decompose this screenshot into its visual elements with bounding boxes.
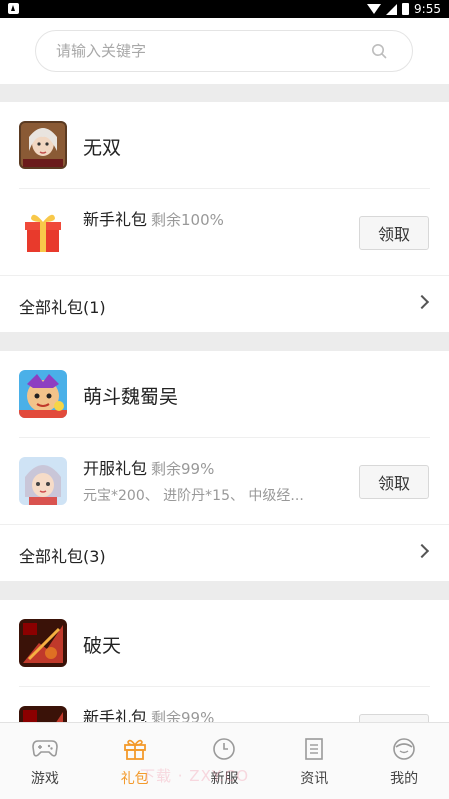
gift-box-icon bbox=[19, 208, 67, 256]
tab-gifts[interactable]: 礼包 bbox=[90, 723, 180, 799]
search-box[interactable] bbox=[35, 30, 413, 72]
tab-label: 资讯 bbox=[300, 771, 329, 787]
clock-text: 9:55 bbox=[414, 2, 441, 16]
game-icon-potian-small bbox=[19, 706, 67, 722]
gift-title: 新手礼包 bbox=[83, 708, 148, 722]
clock-icon bbox=[213, 738, 236, 760]
gift-remaining: 剩余99% bbox=[151, 460, 215, 478]
claim-button[interactable]: 领取 bbox=[359, 714, 429, 722]
game-header[interactable]: 无双 bbox=[0, 102, 449, 188]
tab-label: 礼包 bbox=[120, 771, 149, 787]
chevron-right-icon bbox=[414, 294, 430, 310]
game-icon-potian bbox=[19, 619, 67, 667]
tab-new-servers[interactable]: 新服 bbox=[180, 723, 270, 799]
bottom-tab-bar: 游戏 礼包 新服 资讯 我的 bbox=[0, 722, 449, 799]
news-icon bbox=[305, 738, 324, 760]
gift-title-line: 新手礼包 剩余100% bbox=[83, 206, 224, 230]
all-gifts-link[interactable]: 全部礼包(1) bbox=[0, 276, 449, 332]
notification-icon bbox=[8, 3, 19, 14]
gift-row[interactable]: 开服礼包 剩余99% 元宝*200、 进阶丹*15、 中级经... 领取 bbox=[0, 438, 449, 524]
game-character-icon bbox=[19, 457, 67, 505]
battery-icon bbox=[402, 3, 410, 15]
status-bar: 9:55 bbox=[0, 0, 449, 18]
game-name: 无双 bbox=[83, 137, 122, 159]
game-header[interactable]: 破天 bbox=[0, 600, 449, 686]
gift-title: 开服礼包 bbox=[83, 459, 148, 478]
tab-games[interactable]: 游戏 bbox=[0, 723, 90, 799]
search-input[interactable] bbox=[56, 39, 356, 63]
gamepad-icon bbox=[32, 740, 58, 757]
claim-button[interactable]: 领取 bbox=[359, 216, 429, 250]
gift-row[interactable]: 新手礼包 剩余100% 领取 bbox=[0, 189, 449, 275]
game-name: 破天 bbox=[83, 635, 122, 657]
gift-remaining: 剩余100% bbox=[151, 211, 224, 229]
tab-label: 游戏 bbox=[30, 771, 59, 787]
gift-icon bbox=[123, 739, 146, 760]
tab-profile[interactable]: 我的 bbox=[359, 723, 449, 799]
wifi-icon bbox=[367, 4, 382, 14]
claim-button[interactable]: 领取 bbox=[359, 465, 429, 499]
gift-row[interactable]: 新手礼包剩余99% 领取 bbox=[0, 687, 449, 722]
search-icon[interactable] bbox=[371, 43, 387, 59]
gift-remaining: 剩余99% bbox=[151, 709, 215, 722]
all-gifts-label: 全部礼包(3) bbox=[19, 547, 106, 566]
game-name: 萌斗魏蜀吴 bbox=[83, 386, 179, 408]
tab-news[interactable]: 资讯 bbox=[269, 723, 359, 799]
profile-icon bbox=[393, 738, 415, 760]
gift-card: 无双 新手礼包 剩余100% 领取 全部礼包(1) bbox=[0, 102, 449, 332]
all-gifts-label: 全部礼包(1) bbox=[19, 298, 106, 317]
gift-card: 破天 新手礼包剩余99% 领取 bbox=[0, 600, 449, 722]
search-header bbox=[0, 18, 449, 84]
gift-card: 萌斗魏蜀吴 开服礼包 剩余99% 元宝*200、 进阶丹*15、 中级经... 领… bbox=[0, 351, 449, 581]
gift-description: 元宝*200、 进阶丹*15、 中级经... bbox=[83, 488, 304, 504]
game-header[interactable]: 萌斗魏蜀吴 bbox=[0, 351, 449, 437]
chevron-right-icon bbox=[414, 543, 430, 559]
all-gifts-link[interactable]: 全部礼包(3) bbox=[0, 525, 449, 581]
game-icon-wushuang bbox=[19, 121, 67, 169]
gift-title-line: 新手礼包 剩余99% bbox=[83, 704, 214, 722]
tab-label: 新服 bbox=[210, 771, 239, 787]
tab-label: 我的 bbox=[390, 771, 419, 787]
signal-icon bbox=[386, 3, 398, 15]
gift-title-line: 开服礼包 剩余99% bbox=[83, 455, 214, 479]
gift-title: 新手礼包 bbox=[83, 210, 148, 229]
game-icon-mengdou bbox=[19, 370, 67, 418]
